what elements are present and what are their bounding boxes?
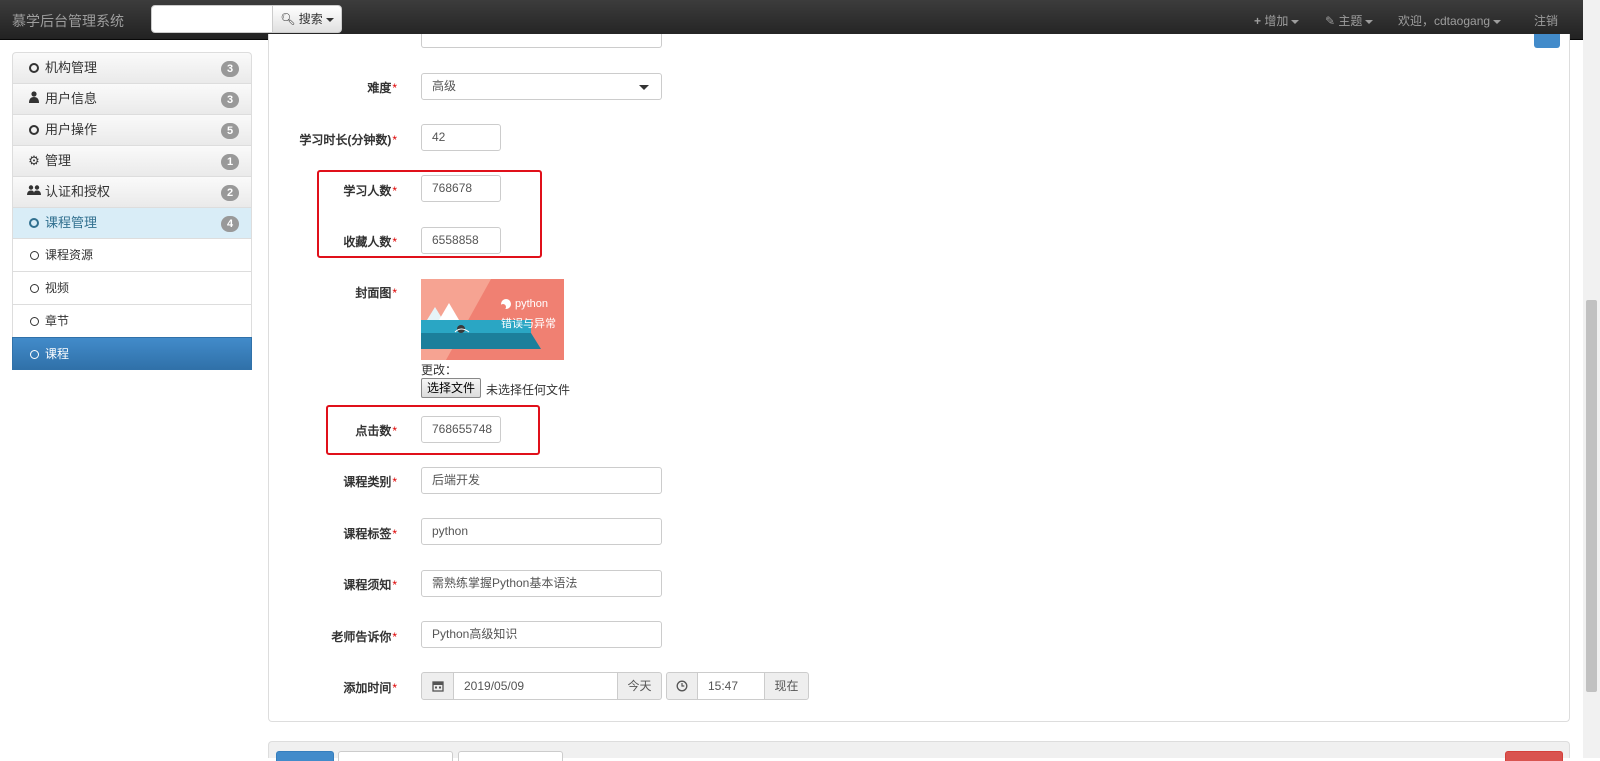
sidebar-item-label: 机构管理 (45, 60, 98, 75)
cover-image-caption: 错误与异常 (501, 318, 556, 330)
sidebar-sub-chapter[interactable]: 章节 (12, 304, 252, 337)
category-label: 课程类别* (343, 475, 397, 489)
cut-off-field[interactable] (421, 34, 662, 48)
logout-link[interactable]: 注销 (1534, 12, 1558, 29)
count-badge: 4 (221, 216, 239, 232)
sidebar-nav: 机构管理 3 用户信息 3 用户操作 5 ⚙ 管理 1 认证和授权 2 课程管理… (12, 52, 252, 370)
chevron-down-icon (639, 85, 649, 90)
chevron-down-icon (1291, 19, 1300, 24)
chevron-down-icon (325, 17, 334, 22)
difficulty-value: 高级 (432, 79, 457, 93)
sidebar-item-label: 认证和授权 (45, 184, 111, 199)
sidebar-item-admin[interactable]: ⚙ 管理 1 (12, 145, 252, 176)
today-button[interactable]: 今天 (617, 672, 662, 700)
time-input[interactable]: 15:47 (698, 672, 764, 700)
sidebar-item-label: 用户操作 (45, 122, 98, 137)
brand-title[interactable]: 慕学后台管理系统 (12, 11, 124, 31)
highlight-box-counts (317, 170, 542, 258)
theme-menu[interactable]: ✎ 主题 (1325, 12, 1374, 29)
count-badge: 3 (221, 92, 239, 108)
save-button[interactable] (276, 751, 334, 761)
teacher-tell-label: 老师告诉你* (331, 630, 397, 644)
sidebar-sub-label: 课程资源 (45, 248, 94, 262)
pencil-icon: ✎ (1325, 14, 1336, 28)
search-button-label: 搜索 (298, 12, 323, 26)
search-input[interactable] (151, 5, 273, 33)
clock-icon (666, 672, 698, 700)
change-label: 更改： (421, 363, 458, 377)
circle-icon (27, 115, 41, 145)
cover-label: 封面图* (355, 286, 397, 300)
cut-off-button[interactable] (1534, 34, 1560, 48)
sidebar-item-auth[interactable]: 认证和授权 2 (12, 176, 252, 207)
sidebar-sub-video[interactable]: 视频 (12, 271, 252, 304)
teacher-tell-input[interactable]: Python高级知识 (421, 621, 662, 648)
gear-icon: ⚙ (28, 153, 40, 168)
sidebar-item-course-mgmt[interactable]: 课程管理 4 (12, 207, 252, 238)
now-button[interactable]: 现在 (764, 672, 809, 700)
sidebar-sub-label: 课程 (45, 347, 70, 361)
chevron-down-icon (1365, 19, 1374, 24)
file-status: 未选择任何文件 (486, 383, 571, 397)
user-menu[interactable]: 欢迎，cdtaogang (1398, 12, 1502, 29)
difficulty-select[interactable]: 高级 (421, 73, 662, 100)
cover-image[interactable]: python 错误与异常 (421, 279, 564, 360)
plus-icon: + (1254, 14, 1262, 28)
circle-icon (27, 208, 41, 238)
sidebar-item-user-info[interactable]: 用户信息 3 (12, 83, 252, 114)
welcome-label: 欢迎，cdtaogang (1398, 14, 1491, 28)
circle-icon (27, 272, 41, 304)
circle-icon (27, 239, 41, 271)
sidebar-item-user-ops[interactable]: 用户操作 5 (12, 114, 252, 145)
cover-image-title: python (515, 298, 549, 310)
notice-label: 课程须知* (343, 578, 397, 592)
sidebar-item-label: 管理 (45, 153, 72, 168)
count-badge: 2 (221, 185, 239, 201)
add-time-label: 添加时间* (343, 681, 397, 695)
highlight-box-clicks (326, 405, 540, 455)
sidebar-item-org[interactable]: 机构管理 3 (12, 52, 252, 83)
choose-file-button[interactable]: 选择文件 (421, 378, 482, 398)
notice-input[interactable]: 需熟练掌握Python基本语法 (421, 570, 662, 597)
sidebar-sub-course-resource[interactable]: 课程资源 (12, 238, 252, 271)
learn-time-label: 学习时长(分钟数)* (299, 133, 397, 147)
scrollbar-thumb[interactable] (1586, 300, 1597, 692)
sidebar-sub-label: 章节 (45, 314, 70, 328)
delete-button[interactable] (1505, 751, 1563, 761)
chevron-down-icon (1493, 19, 1502, 24)
add-menu[interactable]: + 增加 (1254, 12, 1300, 29)
tag-input[interactable]: python (421, 518, 662, 545)
users-icon (27, 177, 41, 207)
count-badge: 3 (221, 61, 239, 77)
sidebar-sub-label: 视频 (45, 281, 70, 295)
calendar-icon (421, 672, 454, 700)
save-and-continue-button[interactable] (458, 751, 563, 761)
sidebar-sub-course[interactable]: 课程 (12, 337, 252, 370)
add-menu-label: 增加 (1264, 14, 1289, 28)
circle-icon (27, 338, 41, 370)
count-badge: 1 (221, 154, 239, 170)
learn-time-input[interactable]: 42 (421, 124, 501, 151)
save-and-add-button[interactable] (338, 751, 453, 761)
category-input[interactable]: 后端开发 (421, 467, 662, 494)
circle-icon (27, 53, 41, 83)
count-badge: 5 (221, 123, 239, 139)
tag-label: 课程标签* (343, 527, 397, 541)
date-input[interactable]: 2019/05/09 (454, 672, 617, 700)
user-icon (27, 84, 41, 114)
difficulty-label: 难度* (367, 81, 397, 95)
sidebar-item-label: 用户信息 (45, 91, 98, 106)
search-icon: 🔍︎ (280, 12, 296, 26)
search-button[interactable]: 🔍︎ 搜索 (272, 5, 342, 33)
sidebar-item-label: 课程管理 (45, 215, 98, 230)
circle-icon (27, 305, 41, 337)
theme-menu-label: 主题 (1338, 14, 1363, 28)
